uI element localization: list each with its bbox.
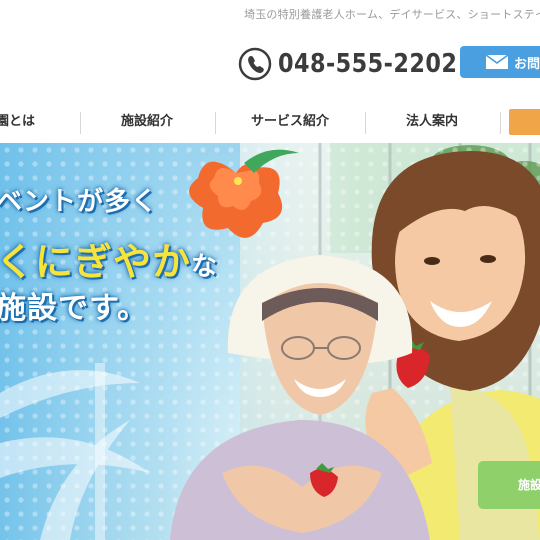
nav-item-services[interactable]: サービス紹介 xyxy=(251,108,329,136)
nav-cta-button[interactable] xyxy=(509,109,540,135)
nav-divider xyxy=(500,112,501,134)
nav-item-corporate[interactable]: 法人案内 xyxy=(406,108,458,136)
nav-divider xyxy=(215,112,216,134)
hero-headline-line1: ベントが多く xyxy=(0,187,159,217)
contact-button[interactable]: お問 xyxy=(460,46,540,78)
facility-button[interactable]: 施設 xyxy=(478,461,540,509)
nav-item-facility[interactable]: 施設紹介 xyxy=(121,108,173,136)
hero-banner: ベントが多く くにぎやかな 施設です。 施設 xyxy=(0,143,540,540)
hero-headline-line3: 施設です。 xyxy=(0,291,148,326)
phone-number: 048-555-2202 xyxy=(278,49,458,79)
contact-button-label: お問 xyxy=(514,56,540,72)
site-tagline: 埼玉の特別養護老人ホーム、デイサービス、ショートステイ xyxy=(244,8,540,21)
nav-divider xyxy=(365,112,366,134)
global-nav: 園とは 施設紹介 サービス紹介 法人案内 xyxy=(0,108,540,136)
phone-contact[interactable]: 048-555-2202 xyxy=(238,47,487,81)
mail-icon xyxy=(486,55,508,69)
phone-icon xyxy=(238,47,272,81)
hero-headline-line2: くにぎやかな xyxy=(0,231,218,286)
nav-item-about[interactable]: 園とは xyxy=(0,108,35,136)
hero-headline-tail: な xyxy=(191,252,219,282)
hero-headline-emphasis: くにぎやか xyxy=(0,240,192,284)
nav-divider xyxy=(80,112,81,134)
